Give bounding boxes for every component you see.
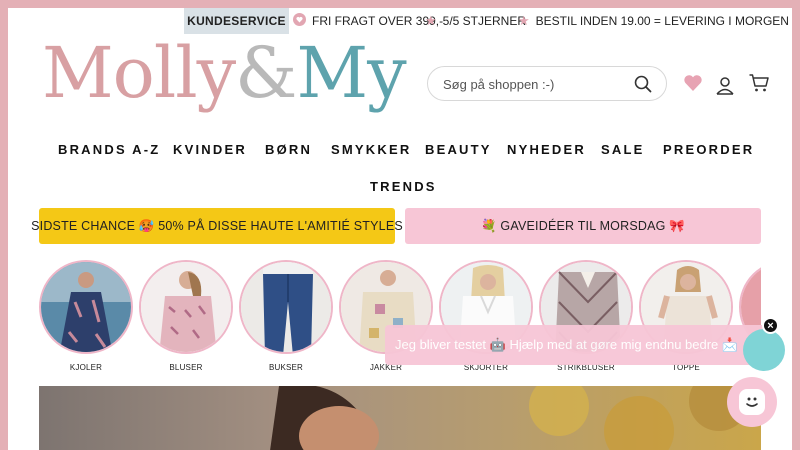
logo-ampersand: &: [235, 32, 297, 114]
nav-boern[interactable]: BØRN: [265, 142, 312, 157]
search-box: [427, 66, 667, 101]
star-icon: ★: [425, 13, 437, 28]
kundeservice-link[interactable]: KUNDESERVICE: [184, 8, 289, 34]
promo-banner-mothersday[interactable]: 💐 GAVEIDÉER TIL MORSDAG 🎀: [405, 208, 761, 244]
close-icon[interactable]: ×: [762, 317, 779, 334]
category-image: [39, 260, 133, 354]
category-label: BLUSER: [169, 363, 203, 372]
page: KUNDESERVICE FRI FRAGT OVER 399,- ★ 5/5 …: [8, 8, 792, 450]
usp-text: 5/5 STJERNER: [442, 14, 527, 28]
main-nav: BRANDS A-Z KVINDER BØRN SMYKKER BEAUTY N…: [8, 142, 792, 194]
nav-brands[interactable]: BRANDS A-Z: [58, 142, 160, 157]
usp-rating: ★ 5/5 STJERNER: [425, 8, 526, 34]
chat-widget-secondary[interactable]: [743, 329, 785, 371]
logo-part: My: [296, 32, 406, 114]
usp-text: FRI FRAGT OVER 399,-: [312, 14, 444, 28]
heart-circle-icon: [293, 13, 306, 29]
chat-icon: [739, 389, 765, 415]
nav-trends[interactable]: TRENDS: [370, 179, 437, 194]
nav-sale[interactable]: SALE: [601, 142, 644, 157]
category-label: BUKSER: [268, 363, 304, 372]
promo-banner-sale[interactable]: SIDSTE CHANCE 🥵 50% PÅ DISSE HAUTE L'AMI…: [31, 208, 403, 244]
star-icon: ★: [518, 13, 530, 28]
category-image: [239, 260, 333, 354]
usp-delivery: ★ BESTIL INDEN 19.00 = LEVERING I MORGEN: [518, 8, 789, 34]
category-label: KJOLER: [69, 363, 103, 372]
chat-button[interactable]: [727, 377, 777, 427]
nav-preorder[interactable]: PREORDER: [663, 142, 754, 157]
hero-image[interactable]: [39, 386, 761, 450]
nav-beauty[interactable]: BEAUTY: [425, 142, 492, 157]
nav-kvinder[interactable]: KVINDER: [173, 142, 247, 157]
logo[interactable]: Molly&My: [42, 38, 407, 108]
cart-icon[interactable]: [748, 72, 770, 94]
feedback-popup-text: Jeg bliver testet 🤖 Hjælp med at gøre mi…: [395, 337, 739, 352]
category-bluser[interactable]: BLUSER: [139, 260, 233, 372]
category-kjoler[interactable]: KJOLER: [39, 260, 133, 372]
wishlist-heart-icon[interactable]: [682, 72, 704, 94]
category-bukser[interactable]: BUKSER: [239, 260, 333, 372]
nav-smykker[interactable]: SMYKKER: [331, 142, 411, 157]
search-icon[interactable]: [634, 75, 652, 93]
search-input[interactable]: [443, 75, 623, 93]
top-bar: KUNDESERVICE FRI FRAGT OVER 399,- ★ 5/5 …: [8, 8, 792, 34]
nav-nyheder[interactable]: NYHEDER: [507, 142, 586, 157]
logo-part: Molly: [42, 32, 236, 114]
category-image: [139, 260, 233, 354]
feedback-popup[interactable]: Jeg bliver testet 🤖 Hjælp med at gøre mi…: [385, 325, 771, 365]
usp-free-shipping: FRI FRAGT OVER 399,-: [293, 8, 443, 34]
account-icon[interactable]: [714, 74, 736, 96]
usp-text: BESTIL INDEN 19.00 = LEVERING I MORGEN: [535, 14, 789, 28]
